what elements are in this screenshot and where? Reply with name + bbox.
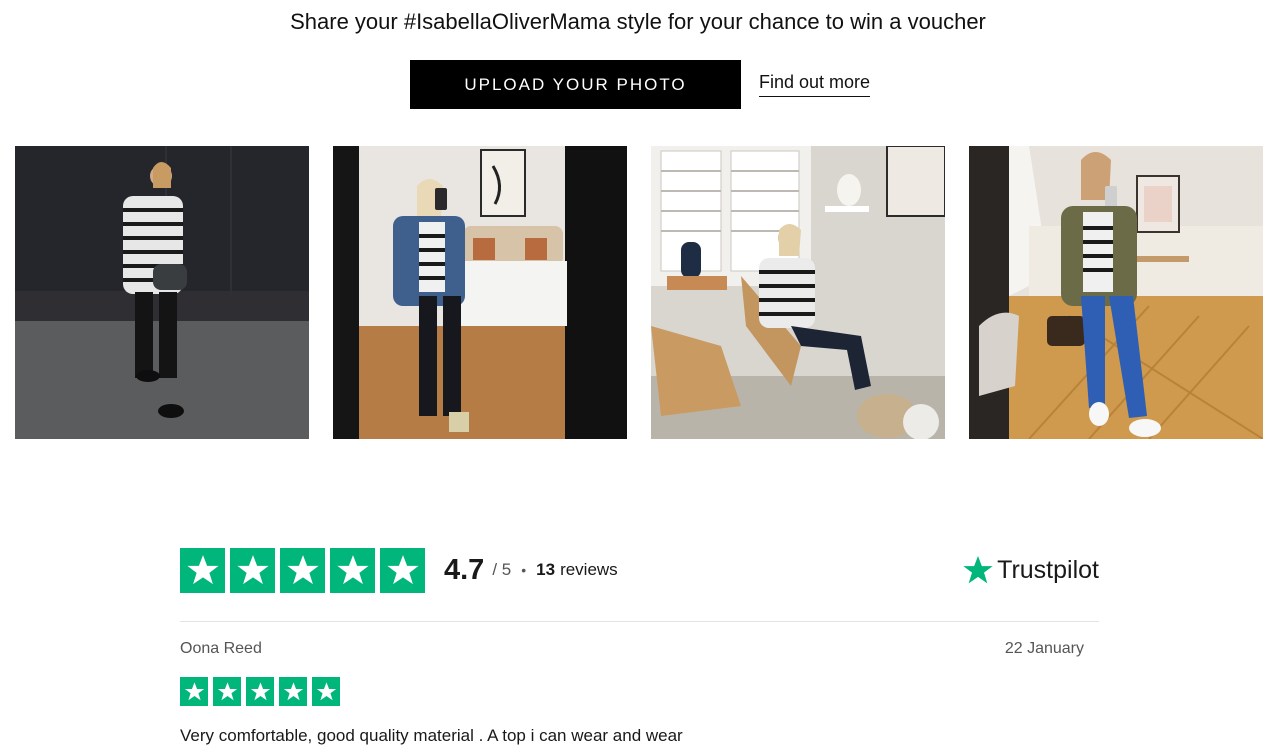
customer-photo-3[interactable] [651,146,945,439]
trustpilot-score: 4.7 [444,553,485,586]
divider [180,621,1099,622]
trustpilot-logo-text: Trustpilot [997,555,1099,584]
page: Share your #IsabellaOliverMama style for… [0,0,1276,754]
review-text: Very comfortable, good quality material … [180,726,683,745]
star-icon [312,677,340,706]
review-date: 22 January [1004,640,1084,657]
customer-photo-1[interactable] [15,146,309,439]
photo-3-image [651,146,945,439]
reviews-label: reviews [560,560,618,579]
separator-dot: • [521,562,527,578]
star-icon [180,547,225,593]
trustpilot-star-icon [963,556,993,584]
star-icon [246,677,274,706]
star-icon [180,677,208,706]
trustpilot-summary: 4.7 / 5 • 13 reviews Trustpilot [180,547,1099,593]
find-out-more-link[interactable]: Find out more [759,72,871,97]
trustpilot-rating-stars [180,547,425,593]
photo-4-image [969,146,1263,439]
review-author: Oona Reed [180,640,262,657]
customer-photo-gallery [15,146,1263,439]
customer-photo-2[interactable] [333,146,627,439]
cta-row: UPLOAD YOUR PHOTO Find out more [410,60,871,109]
review-rating-stars [180,677,340,706]
trustpilot-logo[interactable]: Trustpilot [961,554,1099,586]
ugc-headline: Share your #IsabellaOliverMama style for… [290,9,986,34]
star-icon [213,677,241,706]
star-icon [279,677,307,706]
star-icon [330,547,375,593]
star-icon [280,547,325,593]
star-icon [230,547,275,593]
photo-1-image [15,146,309,439]
trustpilot-out-of: / 5 [492,560,512,579]
photo-2-image [333,146,627,439]
star-icon [380,547,425,593]
upload-photo-button[interactable]: UPLOAD YOUR PHOTO [410,60,741,109]
customer-photo-4[interactable] [969,146,1263,439]
review-count: 13 [536,560,556,579]
